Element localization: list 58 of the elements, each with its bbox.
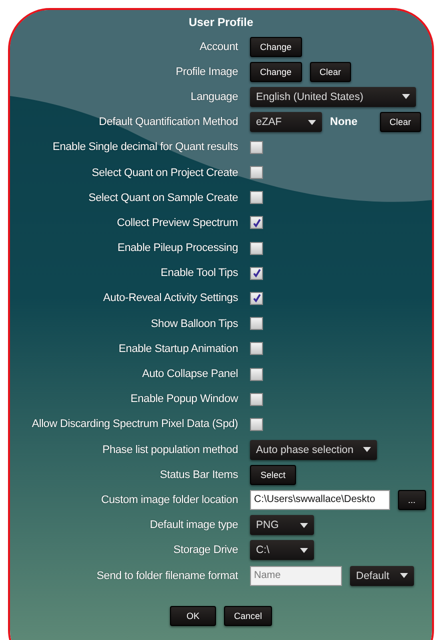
dialog-title: User Profile bbox=[188, 17, 254, 31]
action-button[interactable]: ... bbox=[398, 490, 426, 510]
setting-label: Auto Collapse Panel bbox=[141, 368, 238, 380]
checkbox[interactable] bbox=[250, 292, 263, 305]
checkbox[interactable] bbox=[250, 191, 263, 204]
setting-label: Profile Image bbox=[174, 66, 238, 78]
dropdown[interactable]: eZAF bbox=[250, 112, 322, 132]
setting-label: Select Quant on Project Create bbox=[90, 166, 238, 179]
setting-label: Default image type bbox=[148, 519, 238, 532]
checkbox[interactable] bbox=[250, 242, 263, 255]
setting-label: Enable Popup Window bbox=[130, 393, 238, 406]
caret-icon bbox=[402, 94, 410, 100]
caret-icon bbox=[363, 447, 372, 452]
setting-label: Select Quant on Sample Create bbox=[87, 192, 238, 204]
setting-label: Default Quantification Method bbox=[98, 116, 238, 128]
checkbox[interactable] bbox=[250, 140, 263, 154]
dropdown[interactable]: Auto phase selection bbox=[250, 440, 378, 460]
checkbox[interactable] bbox=[250, 216, 263, 230]
dropdown[interactable]: English (United States) bbox=[250, 86, 416, 107]
text-field[interactable]: Name bbox=[250, 566, 342, 586]
text-field[interactable]: C:\Users\swwallace\Deskto bbox=[250, 490, 390, 510]
setting-label: Enable Tool Tips bbox=[160, 267, 238, 280]
dropdown[interactable]: Default bbox=[350, 566, 414, 586]
checkbox[interactable] bbox=[250, 166, 263, 180]
setting-label: Status Bar Items bbox=[158, 468, 238, 481]
checkbox[interactable] bbox=[250, 392, 263, 406]
action-button[interactable]: Clear bbox=[380, 112, 422, 132]
dropdown[interactable]: C:\ bbox=[250, 540, 314, 560]
setting-label: Enable Startup Animation bbox=[118, 342, 238, 355]
action-button[interactable]: Change bbox=[250, 62, 302, 82]
setting-label: Enable Pileup Processing bbox=[116, 242, 238, 254]
checkbox[interactable] bbox=[250, 342, 263, 356]
setting-label: Show Balloon Tips bbox=[150, 318, 238, 330]
setting-label: Auto-Reveal Activity Settings bbox=[102, 292, 238, 304]
dialog-button[interactable]: Cancel bbox=[224, 606, 272, 626]
setting-label: Storage Drive bbox=[172, 544, 238, 556]
checkbox[interactable] bbox=[250, 266, 263, 280]
setting-label: Collect Preview Spectrum bbox=[116, 216, 238, 229]
dropdown[interactable]: PNG bbox=[250, 515, 314, 536]
caret-icon bbox=[308, 120, 316, 125]
checkbox[interactable] bbox=[250, 317, 263, 330]
setting-label: Custom image folder location bbox=[100, 494, 238, 506]
setting-label: Account bbox=[198, 40, 238, 53]
caret-icon bbox=[300, 548, 308, 553]
setting-label: Language bbox=[190, 90, 238, 103]
action-button[interactable]: Select bbox=[250, 464, 296, 485]
setting-label: Phase list population method bbox=[101, 444, 238, 456]
checkbox[interactable] bbox=[250, 368, 263, 381]
checkbox[interactable] bbox=[250, 418, 263, 431]
caret-icon bbox=[300, 522, 308, 528]
dialog-button[interactable]: OK bbox=[170, 606, 216, 626]
setting-label: Send to folder filename format bbox=[96, 570, 238, 582]
action-button[interactable]: Clear bbox=[310, 62, 352, 82]
value-text: None bbox=[330, 116, 358, 128]
action-button[interactable]: Change bbox=[250, 36, 302, 57]
setting-label: Allow Discarding Spectrum Pixel Data (Spd) bbox=[30, 418, 238, 430]
setting-label: Enable Single decimal for Quant results bbox=[52, 141, 238, 154]
caret-icon bbox=[400, 573, 408, 578]
